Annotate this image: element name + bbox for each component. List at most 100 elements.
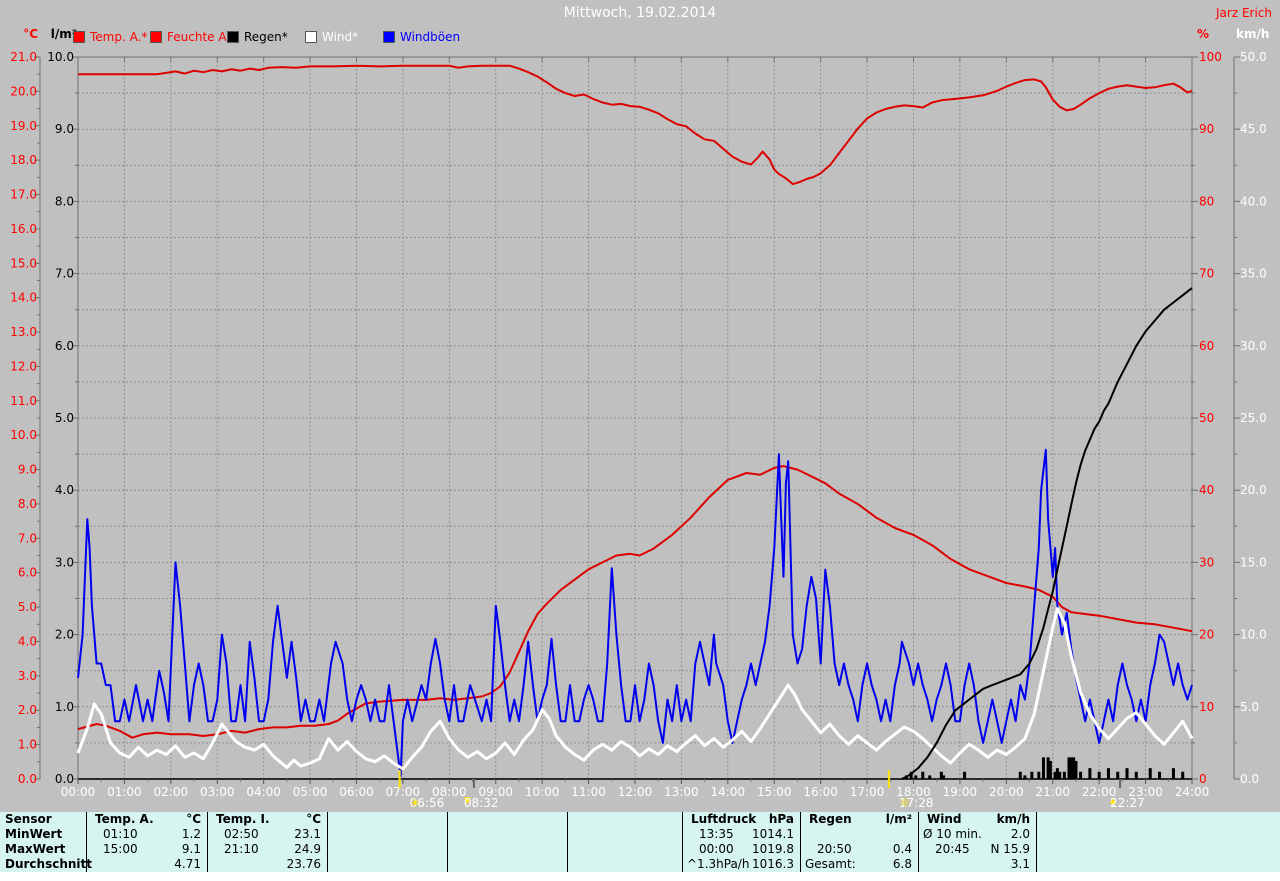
table-cell: 15:009.1 [86, 842, 207, 857]
svg-text:0.0: 0.0 [18, 772, 37, 786]
svg-text:21.0: 21.0 [10, 50, 37, 64]
row-label: MinWert [0, 827, 86, 842]
cell-value: °C [306, 812, 327, 827]
cell-text [568, 857, 584, 872]
table-row: MaxWert15:009.121:1024.900:001019.820:50… [0, 842, 1280, 857]
cell-text: Luftdruck [683, 812, 756, 827]
cell-value: 3.1 [1011, 857, 1036, 872]
svg-text:20: 20 [1199, 628, 1214, 642]
svg-text:19.0: 19.0 [10, 119, 37, 133]
svg-text:3.0: 3.0 [18, 669, 37, 683]
svg-text:5.0: 5.0 [18, 600, 37, 614]
svg-text:80: 80 [1199, 194, 1214, 208]
table-cell [327, 857, 447, 872]
cell-text [448, 812, 456, 827]
table-cell: 00:001019.8 [682, 842, 800, 857]
svg-text:13.0: 13.0 [10, 325, 37, 339]
table-cell: 13:351014.1 [682, 827, 800, 842]
cell-value: 1.2 [182, 827, 207, 842]
row-label: Sensor [0, 812, 86, 827]
table-cell: Gesamt:6.8 [800, 857, 918, 872]
svg-text:0.0: 0.0 [55, 772, 74, 786]
svg-text:3.0: 3.0 [55, 555, 74, 569]
event-time-label: 22:27 [1110, 796, 1145, 810]
svg-text:100: 100 [1199, 50, 1222, 64]
x-axis-labels: 00:0001:0002:0003:0004:0005:0006:0007:00… [61, 785, 1210, 799]
svg-text:30.0: 30.0 [1240, 339, 1267, 353]
svg-text:10:00: 10:00 [525, 785, 560, 799]
table-cell [567, 842, 682, 857]
table-cell [447, 842, 567, 857]
svg-text:70: 70 [1199, 267, 1214, 281]
svg-text:5.0: 5.0 [55, 411, 74, 425]
cell-value: km/h [997, 812, 1036, 827]
table-cell: Regenl/m² [800, 812, 918, 827]
table-cell: 3.1 [918, 857, 1037, 872]
table-cell: 4.71 [86, 857, 207, 872]
svg-text:06:00: 06:00 [339, 785, 374, 799]
svg-text:11.0: 11.0 [10, 394, 37, 408]
svg-text:7.0: 7.0 [55, 267, 74, 281]
svg-text:05:00: 05:00 [293, 785, 328, 799]
cell-text [328, 827, 344, 842]
svg-text:90: 90 [1199, 122, 1214, 136]
svg-text:15:00: 15:00 [757, 785, 792, 799]
table-cell: Ø 10 min.2.0 [918, 827, 1037, 842]
row-label: MaxWert [0, 842, 86, 857]
cell-value: 2.0 [1011, 827, 1036, 842]
table-cell: LuftdruckhPa [682, 812, 800, 827]
event-tick [399, 770, 401, 788]
cell-text [328, 842, 344, 857]
table-cell: 23.76 [207, 857, 327, 872]
cell-value: l/m² [886, 812, 918, 827]
svg-text:20.0: 20.0 [1240, 483, 1267, 497]
cell-value: 4.71 [174, 857, 207, 872]
cell-text: 20:50 [801, 842, 852, 857]
table-cell [567, 812, 682, 827]
svg-text:16:00: 16:00 [803, 785, 838, 799]
table-cell: Temp. I. °C [207, 812, 327, 827]
cell-text: 00:00 [683, 842, 734, 857]
table-cell: ^1.3hPa/h1016.3 [682, 857, 800, 872]
cell-text: ^1.3hPa/h [683, 857, 749, 872]
table-row: MinWert01:101.202:5023.113:351014.1Ø 10 … [0, 827, 1280, 842]
weather-day-chart-window: Mittwoch, 19.02.2014 Jarz Erich °C l/m² … [0, 0, 1280, 881]
cell-text: Temp. I. [208, 812, 270, 827]
svg-text:4.0: 4.0 [18, 634, 37, 648]
table-cell [327, 842, 447, 857]
table-row: SensorTemp. A.°CTemp. I.°CLuftdruckhPaRe… [0, 812, 1280, 827]
svg-text:14.0: 14.0 [10, 291, 37, 305]
svg-text:9.0: 9.0 [55, 122, 74, 136]
svg-text:7.0: 7.0 [18, 531, 37, 545]
svg-text:2.0: 2.0 [55, 628, 74, 642]
svg-text:50: 50 [1199, 411, 1214, 425]
svg-text:2.0: 2.0 [18, 703, 37, 717]
svg-text:8.0: 8.0 [55, 194, 74, 208]
cell-value: N 15.9 [990, 842, 1036, 857]
svg-text:18.0: 18.0 [10, 153, 37, 167]
svg-text:16.0: 16.0 [10, 222, 37, 236]
row-label: Durchschnitt [0, 857, 86, 872]
svg-text:15.0: 15.0 [10, 256, 37, 270]
svg-text:25.0: 25.0 [1240, 411, 1267, 425]
table-cell [567, 827, 682, 842]
cell-value: °C [186, 812, 207, 827]
cell-text [568, 827, 584, 842]
svg-text:0: 0 [1199, 772, 1207, 786]
cell-text: 15:00 [87, 842, 138, 857]
cell-text [448, 842, 464, 857]
cell-text: 02:50 [208, 827, 259, 842]
svg-text:35.0: 35.0 [1240, 267, 1267, 281]
svg-text:40: 40 [1199, 483, 1214, 497]
cell-text: 20:45 [919, 842, 970, 857]
cell-value: 6.8 [893, 857, 918, 872]
table-cell [447, 827, 567, 842]
table-cell [567, 857, 682, 872]
svg-text:20.0: 20.0 [10, 84, 37, 98]
svg-text:0.0: 0.0 [1240, 772, 1259, 786]
svg-text:1.0: 1.0 [55, 700, 74, 714]
event-tick [473, 779, 475, 788]
svg-text:02:00: 02:00 [154, 785, 189, 799]
cell-text [328, 857, 344, 872]
event-tick [888, 770, 890, 788]
